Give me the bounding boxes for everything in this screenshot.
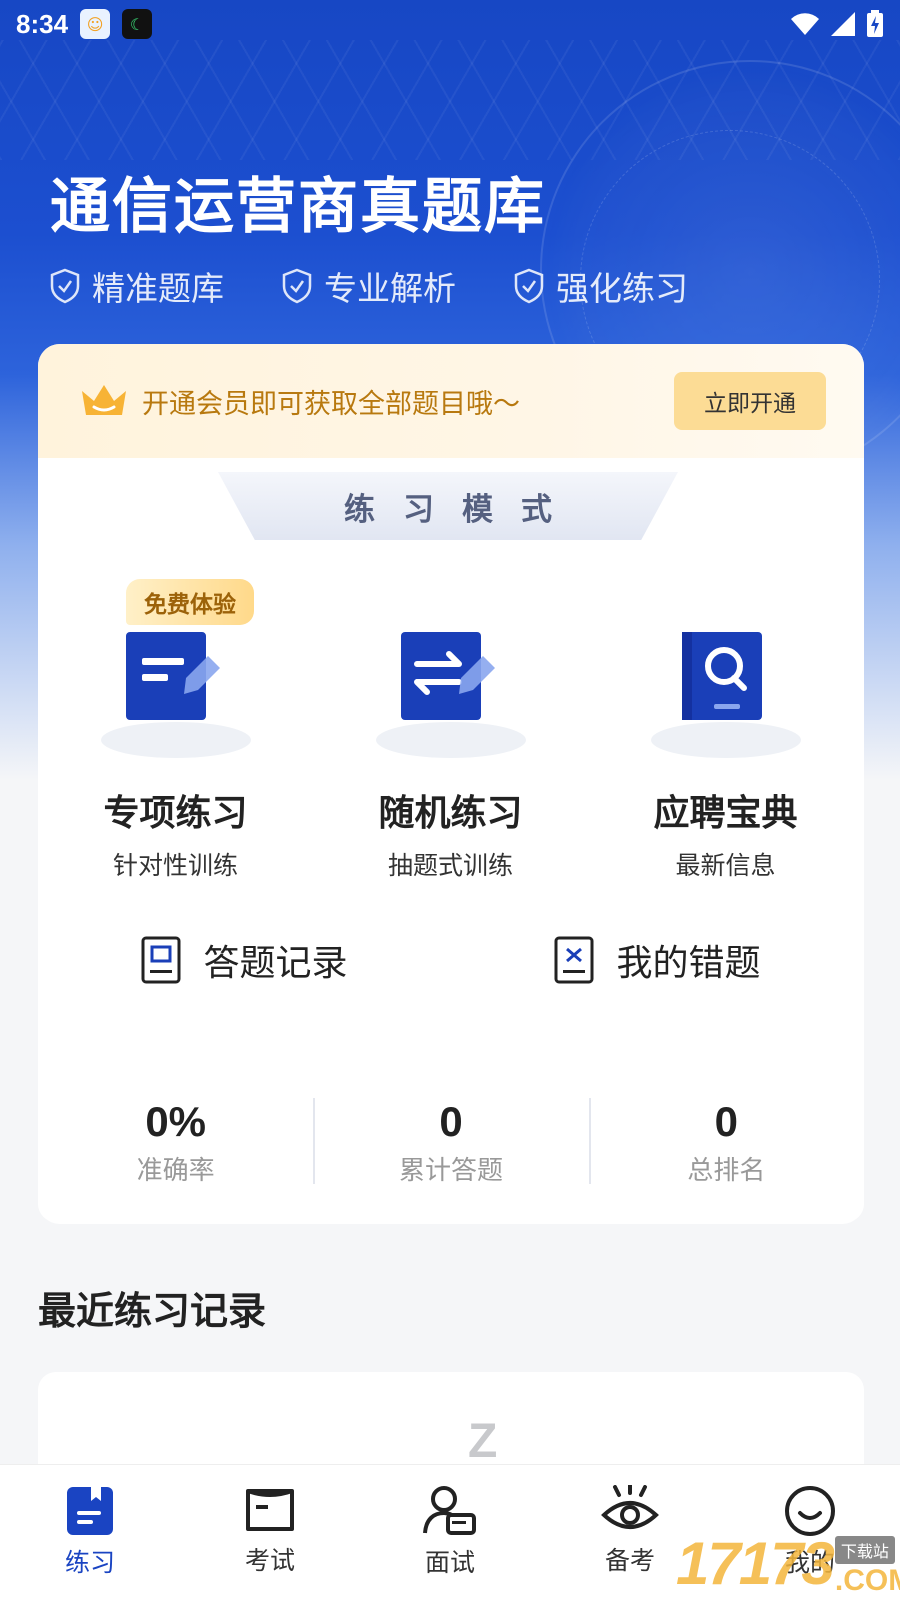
answer-record-link[interactable]: 答题记录	[38, 934, 451, 986]
mode-job-guide[interactable]: 应聘宝典 最新信息	[588, 584, 863, 882]
stat-label: 准确率	[136, 1155, 215, 1186]
practice-mode-list: 免费体验 专项练习 针对性训练 随机练习 抽题式训练 应聘宝典 最新信息	[38, 579, 864, 882]
mode-icon-wrap	[96, 628, 256, 758]
vip-banner[interactable]: 开通会员即可获取全部题目哦～ 立即开通	[38, 344, 864, 458]
free-trial-badge: 免费体验	[126, 579, 254, 625]
shuffle-document-icon	[400, 632, 495, 720]
stat-label: 累计答题	[398, 1155, 503, 1186]
mode-subtitle: 针对性训练	[112, 851, 238, 880]
feature-item: 精准题库	[50, 262, 224, 310]
interview-person-icon	[423, 1486, 476, 1535]
watermark-site: 下载站	[834, 1536, 895, 1564]
mode-title: 应聘宝典	[653, 793, 798, 834]
practice-book-icon	[67, 1487, 113, 1535]
feature-label: 精准题库	[92, 269, 224, 308]
signal-icon	[831, 12, 855, 36]
tab-label: 练习	[64, 1548, 115, 1577]
mode-title: 专项练习	[103, 793, 248, 834]
shield-check-icon	[514, 268, 544, 304]
app-avatar-icon: ☺	[80, 9, 111, 39]
record-links: 答题记录 我的错题	[38, 934, 864, 986]
watermark-right: 下载站 .COM	[834, 1536, 900, 1598]
sleep-app-icon: ☾	[122, 9, 153, 39]
search-book-icon	[681, 632, 762, 720]
edit-document-icon	[125, 632, 220, 720]
site-watermark: 17173 下载站 .COM	[676, 1530, 900, 1598]
stat-total-answered: 0 累计答题	[313, 1097, 588, 1187]
wrong-questions-icon	[554, 936, 594, 984]
feature-item: 专业解析	[282, 262, 456, 310]
mode-title: 随机练习	[378, 793, 523, 834]
crown-icon	[82, 385, 126, 415]
feature-item: 强化练习	[514, 262, 688, 310]
exam-book-icon	[246, 1489, 294, 1531]
stat-value: 0%	[145, 1097, 207, 1145]
mode-icon-wrap	[371, 628, 531, 758]
recent-section-title: 最近练习记录	[38, 1289, 267, 1333]
feature-label: 专业解析	[324, 269, 456, 308]
record-label: 我的错题	[616, 943, 761, 984]
practice-home-screen: 8:34 ☺ ☾ 通信运营商真题库 精准题库 专业解析 强化练习 开通会员即可获…	[0, 0, 900, 1600]
stats-panel: 0% 准确率 0 累计答题 0 总排名	[38, 1062, 864, 1222]
feature-label: 强化练习	[556, 269, 688, 308]
vip-promo-text: 开通会员即可获取全部题目哦～	[142, 388, 520, 420]
tab-label: 考试	[244, 1546, 295, 1575]
stat-ranking: 0 总排名	[588, 1097, 864, 1187]
record-label: 答题记录	[203, 943, 348, 984]
shield-check-icon	[50, 268, 80, 304]
wifi-icon	[791, 13, 819, 36]
mode-subtitle: 最新信息	[675, 851, 776, 880]
tab-exam[interactable]: 考试	[180, 1465, 360, 1600]
mode-random-practice[interactable]: 随机练习 抽题式训练	[313, 584, 588, 882]
mode-special-practice[interactable]: 免费体验 专项练习 针对性训练	[38, 579, 313, 882]
status-bar: 8:34 ☺ ☾	[0, 0, 900, 48]
shield-check-icon	[282, 268, 312, 304]
tab-practice[interactable]: 练习	[0, 1465, 180, 1600]
watermark-suffix: .COM	[834, 1564, 900, 1597]
tab-label: 面试	[424, 1548, 475, 1577]
stat-accuracy: 0% 准确率	[38, 1098, 313, 1187]
battery-charging-icon	[867, 10, 883, 37]
eye-icon	[601, 1485, 659, 1529]
tab-interview[interactable]: 面试	[360, 1465, 540, 1600]
stat-label: 总排名	[687, 1155, 766, 1186]
watermark-number: 17173	[676, 1530, 835, 1597]
mode-icon-wrap	[646, 628, 806, 758]
mode-subtitle: 抽题式训练	[387, 851, 513, 880]
feature-list: 精准题库 专业解析 强化练习	[50, 262, 688, 310]
page-title: 通信运营商真题库	[50, 172, 546, 242]
practice-mode-banner: 练习模式	[218, 472, 678, 540]
tab-label: 备考	[604, 1546, 655, 1575]
wrong-questions-link[interactable]: 我的错题	[451, 934, 864, 986]
empty-state-icon: Z	[468, 1415, 498, 1468]
stat-value: 0	[439, 1097, 463, 1145]
answer-record-icon	[141, 936, 181, 984]
stat-value: 0	[714, 1097, 738, 1145]
activate-vip-button[interactable]: 立即开通	[674, 372, 826, 430]
status-time: 8:34	[16, 8, 69, 39]
